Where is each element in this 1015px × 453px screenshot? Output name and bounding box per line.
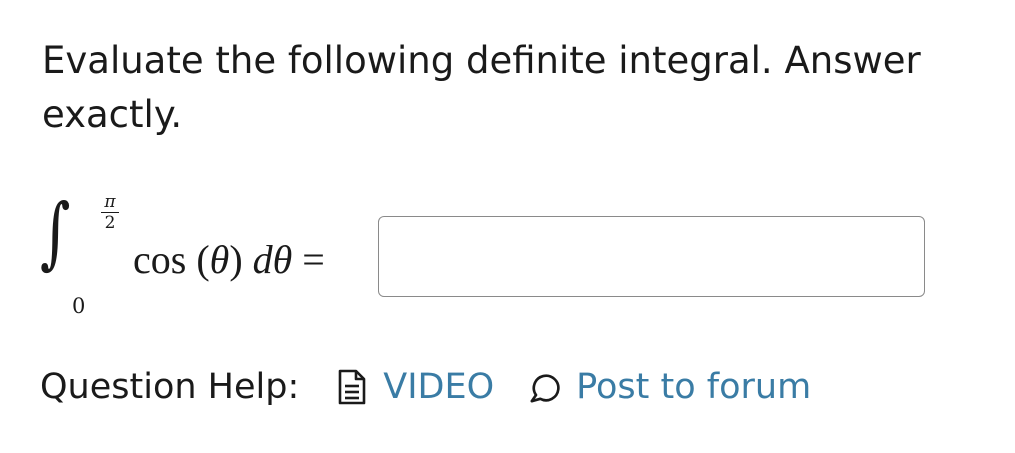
post-to-forum-label: Post to forum [576, 367, 812, 407]
question-help-label: Question Help: [40, 367, 300, 407]
integrand-function: cos [133, 237, 187, 282]
speech-bubble-icon [528, 368, 562, 406]
differential-d: d [252, 237, 273, 282]
upper-limit-numerator: π [104, 192, 116, 212]
equals-sign: = [302, 237, 325, 282]
integral-sign: ∫ [40, 188, 71, 278]
integrand-argument: θ [209, 237, 230, 282]
question-prompt: Evaluate the following definite integral… [42, 39, 921, 136]
video-help-link[interactable]: VIDEO [335, 367, 494, 407]
document-icon [335, 368, 369, 406]
integral-lower-limit: 0 [72, 294, 86, 318]
answer-input[interactable] [378, 216, 925, 297]
integral-upper-limit: π 2 [100, 194, 120, 232]
video-help-label: VIDEO [383, 367, 495, 407]
question-help-row: Question Help: VIDEO Post to forum [40, 362, 811, 412]
upper-limit-denominator: 2 [104, 213, 116, 233]
post-to-forum-link[interactable]: Post to forum [528, 367, 811, 407]
differential-variable: θ [272, 237, 293, 282]
integrand: cos (θ) dθ = [133, 237, 325, 282]
